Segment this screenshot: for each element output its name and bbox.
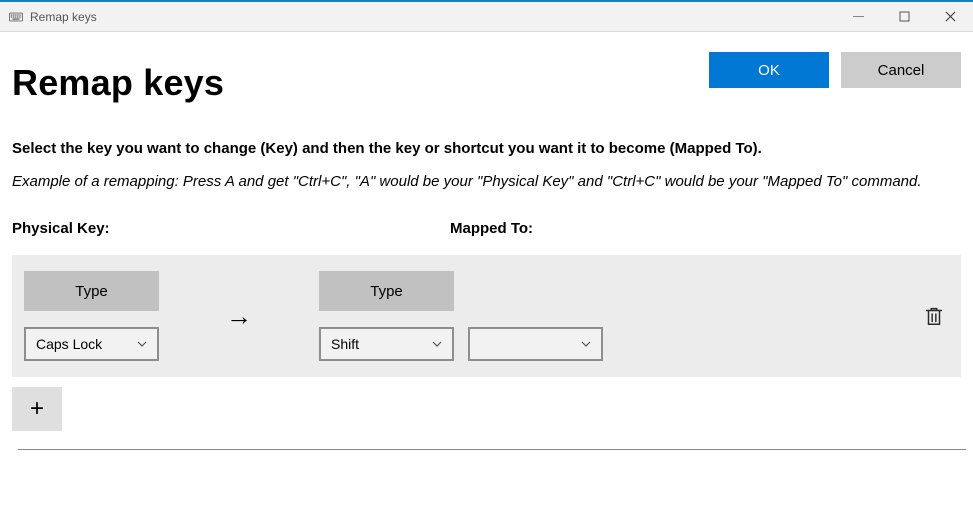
ok-button[interactable]: OK	[709, 52, 829, 88]
delete-row-button[interactable]	[923, 305, 949, 327]
plus-icon: +	[30, 395, 44, 423]
keyboard-icon	[8, 9, 24, 25]
physical-type-button[interactable]: Type	[24, 271, 159, 311]
physical-key-header: Physical Key:	[12, 220, 450, 237]
cancel-button[interactable]: Cancel	[841, 52, 961, 88]
instructions-text: Select the key you want to change (Key) …	[12, 140, 961, 157]
physical-key-select[interactable]: Caps Lock	[24, 327, 159, 361]
physical-key-value: Caps Lock	[36, 336, 102, 352]
maximize-button[interactable]	[881, 2, 927, 32]
header-row: Remap keys OK Cancel	[12, 52, 961, 104]
arrow-right-icon: →	[159, 301, 319, 332]
mapped-type-button[interactable]: Type	[319, 271, 454, 311]
mapped-to-cell: Type Shift	[319, 271, 603, 361]
minimize-button[interactable]	[835, 2, 881, 32]
arrow-glyph: →	[226, 301, 252, 332]
add-remap-button[interactable]: +	[12, 387, 62, 431]
chevron-down-icon	[137, 341, 147, 347]
page-title: Remap keys	[12, 62, 697, 104]
titlebar: Remap keys	[0, 0, 973, 32]
window-title: Remap keys	[30, 10, 97, 24]
close-button[interactable]	[927, 2, 973, 32]
mapped-key-1-value: Shift	[331, 336, 359, 352]
physical-key-cell: Type Caps Lock	[24, 271, 159, 361]
remap-row: Type Caps Lock → Type Shift	[12, 255, 961, 377]
chevron-down-icon	[581, 341, 591, 347]
column-headers: Physical Key: Mapped To:	[12, 220, 961, 237]
trash-icon	[923, 305, 945, 327]
mapped-to-header: Mapped To:	[450, 220, 961, 237]
example-text: Example of a remapping: Press A and get …	[12, 171, 961, 192]
divider	[18, 449, 966, 450]
chevron-down-icon	[432, 341, 442, 347]
mapped-key-select-1[interactable]: Shift	[319, 327, 454, 361]
mapped-key-select-2[interactable]	[468, 327, 603, 361]
